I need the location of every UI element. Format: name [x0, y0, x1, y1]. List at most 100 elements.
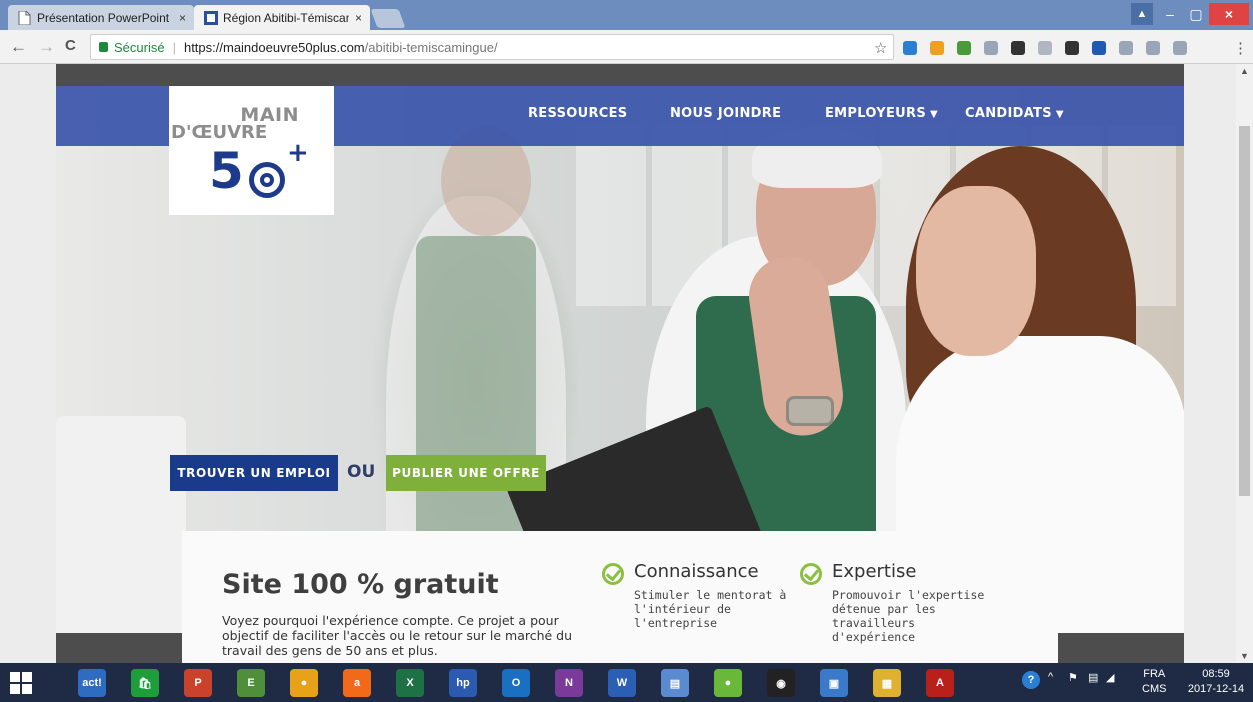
taskbar: act! 🛍 P E ● a Xhp O N W ▤ ● ◉ ▣ ▦ A ? ^ ⚑ ▤ ◢ FRA CMS …: [0, 663, 1253, 702]
minimize-button[interactable]: –: [1157, 3, 1183, 25]
browser-extension-icon[interactable]: [1173, 41, 1187, 55]
or-label: OU: [347, 462, 376, 482]
taskbar-avast-icon[interactable]: a: [343, 669, 371, 697]
check-circle-icon: [800, 563, 822, 585]
site-logo[interactable]: MAIN D'ŒUVRE 5 +: [169, 86, 334, 215]
clock-time: 08:59: [1202, 668, 1230, 680]
browser-extension-icon[interactable]: [957, 41, 971, 55]
info-card: Site 100 % gratuit Voyez pourquoi l'expé…: [182, 531, 1058, 663]
volume-icon[interactable]: ◢: [1106, 671, 1114, 684]
tab-abitibi[interactable]: Région Abitibi-Témiscam ×: [194, 5, 370, 30]
flag-icon[interactable]: ⚑: [1068, 671, 1078, 684]
browser-extension-icon[interactable]: [1038, 41, 1052, 55]
keyboard-layout: CMS: [1142, 683, 1167, 695]
maximize-button[interactable]: ▢: [1183, 3, 1209, 25]
taskbar-hp-icon[interactable]: hp: [449, 669, 477, 697]
feature-name: Connaissance: [634, 561, 759, 582]
back-button[interactable]: ←: [10, 37, 27, 57]
help-icon[interactable]: ?: [1022, 671, 1040, 689]
reload-button[interactable]: C: [65, 37, 76, 54]
taskbar-word-icon[interactable]: W: [608, 669, 636, 697]
address-separator: |: [172, 39, 176, 55]
nav-label: RESSOURCES: [528, 106, 628, 121]
menu-icon[interactable]: ⋮: [1233, 39, 1248, 57]
scroll-down-icon[interactable]: ▼: [1240, 651, 1249, 661]
young-worker-face: [916, 186, 1036, 356]
document-icon: [18, 10, 31, 25]
browser-extension-icon[interactable]: [1011, 41, 1025, 55]
taskbar-evernote-icon[interactable]: E: [237, 669, 265, 697]
close-window-button[interactable]: ×: [1209, 3, 1249, 25]
publish-offer-button[interactable]: PUBLIER UNE OFFRE: [386, 455, 546, 491]
target-icon: [249, 162, 285, 198]
feature-description: Promouvoir l'expertise détenue par les t…: [832, 588, 985, 644]
scroll-up-icon[interactable]: ▲: [1240, 66, 1249, 76]
logo-number: 5: [209, 142, 244, 200]
nav-candidats[interactable]: CANDIDATS ▼: [965, 106, 1064, 121]
website: RESSOURCES NOUS JOINDRE EMPLOYEURS ▼ CAND…: [56, 64, 1184, 663]
page-viewport: RESSOURCES NOUS JOINDRE EMPLOYEURS ▼ CAND…: [0, 64, 1253, 663]
card-title: Site 100 % gratuit: [222, 569, 499, 600]
windows-start-button[interactable]: [10, 672, 32, 694]
wristwatch: [786, 396, 834, 426]
nav-employeurs[interactable]: EMPLOYEURS ▼: [825, 106, 938, 121]
taskbar-acrobat-icon[interactable]: A: [926, 669, 954, 697]
url-path: /abitibi-temiscamingue/: [364, 39, 498, 55]
tab-label: Présentation PowerPoint: [37, 10, 170, 25]
secure-label: Sécurisé: [114, 39, 165, 55]
taskbar-store-icon[interactable]: 🛍: [131, 669, 159, 697]
browser-extension-icon[interactable]: [1119, 41, 1133, 55]
url-host: https://maindoeuvre50plus.com: [183, 39, 365, 55]
nav-ressources[interactable]: RESSOURCES: [528, 106, 627, 121]
new-tab-button[interactable]: [370, 9, 406, 28]
find-job-button[interactable]: TROUVER UN EMPLOI: [170, 455, 338, 491]
feature-name: Expertise: [832, 561, 917, 582]
page-scrollbar[interactable]: ▲ ▼: [1236, 64, 1253, 663]
language-code: FRA: [1143, 668, 1166, 680]
nav-nous-joindre[interactable]: NOUS JOINDRE: [670, 106, 781, 121]
bookmark-star-icon[interactable]: ☆: [874, 39, 887, 57]
taskbar-documents-icon[interactable]: ▤: [661, 669, 689, 697]
taskbar-remote-icon[interactable]: ▣: [820, 669, 848, 697]
browser-tab-strip: Présentation PowerPoint × Région Abitibi…: [0, 0, 1253, 30]
tab-powerpoint[interactable]: Présentation PowerPoint ×: [8, 5, 194, 30]
site-favicon-icon: [204, 10, 218, 25]
browser-extension-icon[interactable]: [984, 41, 998, 55]
tab-close-icon[interactable]: ×: [355, 11, 362, 25]
logo-plus: +: [287, 138, 309, 168]
scroll-thumb[interactable]: [1239, 126, 1250, 496]
taskbar-obs-icon[interactable]: ◉: [767, 669, 795, 697]
nav-label: CANDIDATS: [965, 106, 1052, 121]
forward-button[interactable]: →: [38, 37, 55, 57]
card-description: Voyez pourquoi l'expérience compte. Ce p…: [222, 613, 573, 658]
taskbar-messenger-icon[interactable]: ●: [714, 669, 742, 697]
browser-toolbar: ← → C Sécurisé | https://maindoeuvre50pl…: [0, 30, 1253, 64]
nav-label: NOUS JOINDRE: [670, 106, 782, 121]
taskbar-outlook-icon[interactable]: O: [502, 669, 530, 697]
logo-line2: D'ŒUVRE: [171, 122, 268, 143]
system-clock[interactable]: 08:59 2017-12-14: [1180, 667, 1252, 697]
browser-extension-icon[interactable]: [1065, 41, 1079, 55]
check-circle-icon: [602, 563, 624, 585]
browser-extension-icon[interactable]: [1146, 41, 1160, 55]
browser-extension-icon[interactable]: [1092, 41, 1106, 55]
address-bar[interactable]: Sécurisé | https://maindoeuvre50plus.com…: [90, 34, 894, 60]
taskbar-excel-icon[interactable]: X: [396, 669, 424, 697]
taskbar-act-icon[interactable]: act!: [78, 669, 106, 697]
browser-extension-icon[interactable]: [903, 41, 917, 55]
tray-chevron-icon[interactable]: ^: [1048, 671, 1053, 683]
tab-close-icon[interactable]: ×: [179, 11, 186, 25]
browser-extension-icon[interactable]: [930, 41, 944, 55]
taskbar-powerpoint-icon[interactable]: P: [184, 669, 212, 697]
language-indicator[interactable]: FRA CMS: [1142, 667, 1166, 697]
taskbar-explorer-icon[interactable]: ▦: [873, 669, 901, 697]
feature-description: Stimuler le mentorat à l'intérieur de l'…: [634, 588, 787, 630]
foreground-device: [56, 416, 186, 656]
caret-down-icon: ▼: [929, 109, 938, 120]
taskbar-chrome-icon[interactable]: ●: [290, 669, 318, 697]
taskbar-onenote-icon[interactable]: N: [555, 669, 583, 697]
network-icon[interactable]: ▤: [1088, 671, 1098, 684]
nav-label: EMPLOYEURS: [825, 106, 926, 121]
tab-label: Région Abitibi-Témiscam: [223, 10, 349, 25]
profile-icon[interactable]: ▲: [1131, 3, 1153, 25]
